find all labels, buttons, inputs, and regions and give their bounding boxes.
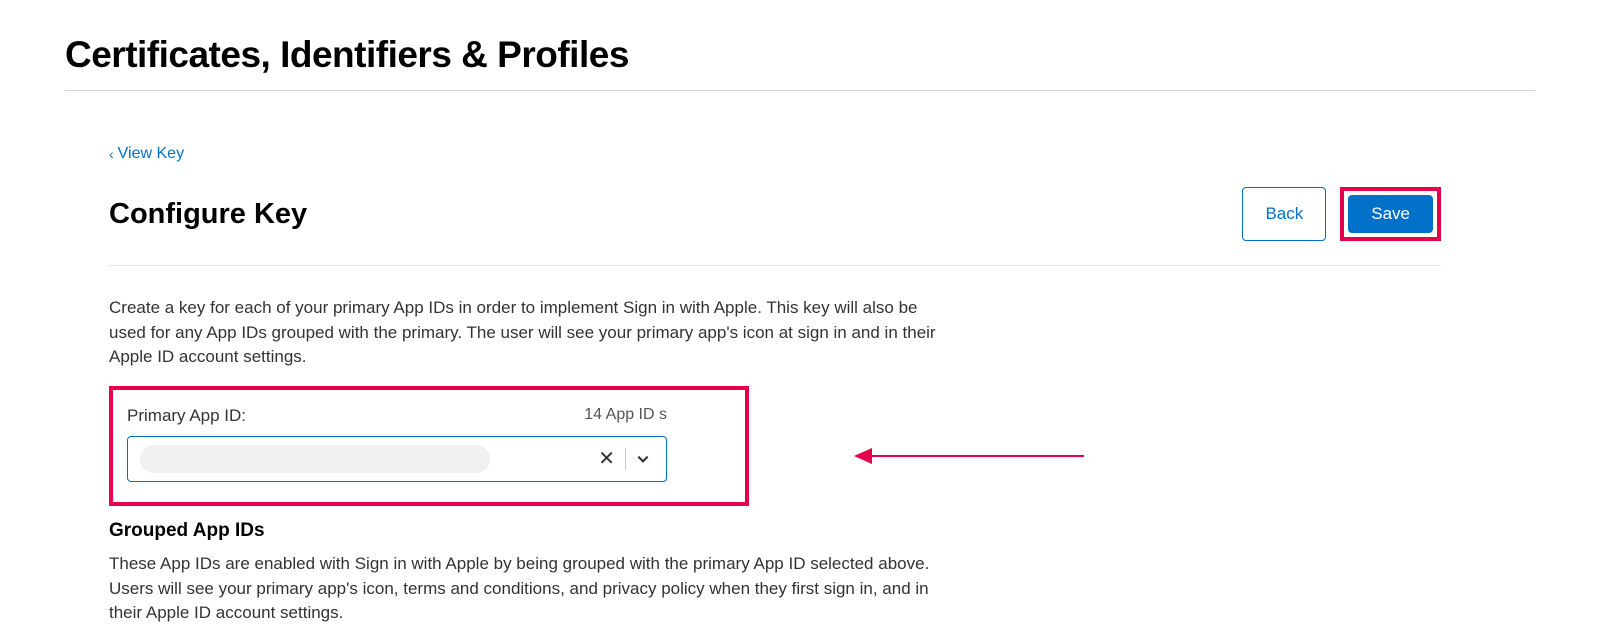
save-button[interactable]: Save bbox=[1348, 195, 1433, 233]
primary-app-id-select[interactable]: ✕ bbox=[127, 436, 667, 482]
back-button[interactable]: Back bbox=[1242, 187, 1326, 241]
chevron-down-icon[interactable] bbox=[626, 452, 656, 466]
page-title: Certificates, Identifiers & Profiles bbox=[65, 0, 1535, 90]
selected-value-redacted bbox=[140, 445, 490, 473]
save-highlight-annotation: Save bbox=[1340, 187, 1441, 241]
grouped-title: Grouped App IDs bbox=[109, 520, 1441, 542]
grouped-description: These App IDs are enabled with Sign in w… bbox=[109, 552, 964, 626]
primary-app-id-section: Primary App ID: 14 App ID s ✕ bbox=[109, 386, 1441, 506]
header-buttons: Back Save bbox=[1242, 187, 1441, 241]
clear-icon[interactable]: ✕ bbox=[588, 446, 625, 471]
chevron-left-icon: ‹ bbox=[109, 146, 114, 162]
grouped-app-ids-section: Grouped App IDs These App IDs are enable… bbox=[109, 520, 1441, 626]
header-row: Configure Key Back Save bbox=[109, 187, 1441, 266]
subtitle: Configure Key bbox=[109, 198, 307, 231]
title-divider bbox=[65, 90, 1535, 91]
primary-highlight-annotation: Primary App ID: 14 App ID s ✕ bbox=[109, 386, 749, 506]
breadcrumb-view-key[interactable]: ‹ View Key bbox=[109, 145, 184, 163]
main-description: Create a key for each of your primary Ap… bbox=[109, 296, 959, 370]
primary-app-id-label: Primary App ID: bbox=[127, 406, 246, 426]
breadcrumb-label: View Key bbox=[118, 145, 184, 163]
primary-app-id-count: 14 App ID s bbox=[584, 406, 667, 426]
arrow-annotation bbox=[854, 450, 1084, 462]
